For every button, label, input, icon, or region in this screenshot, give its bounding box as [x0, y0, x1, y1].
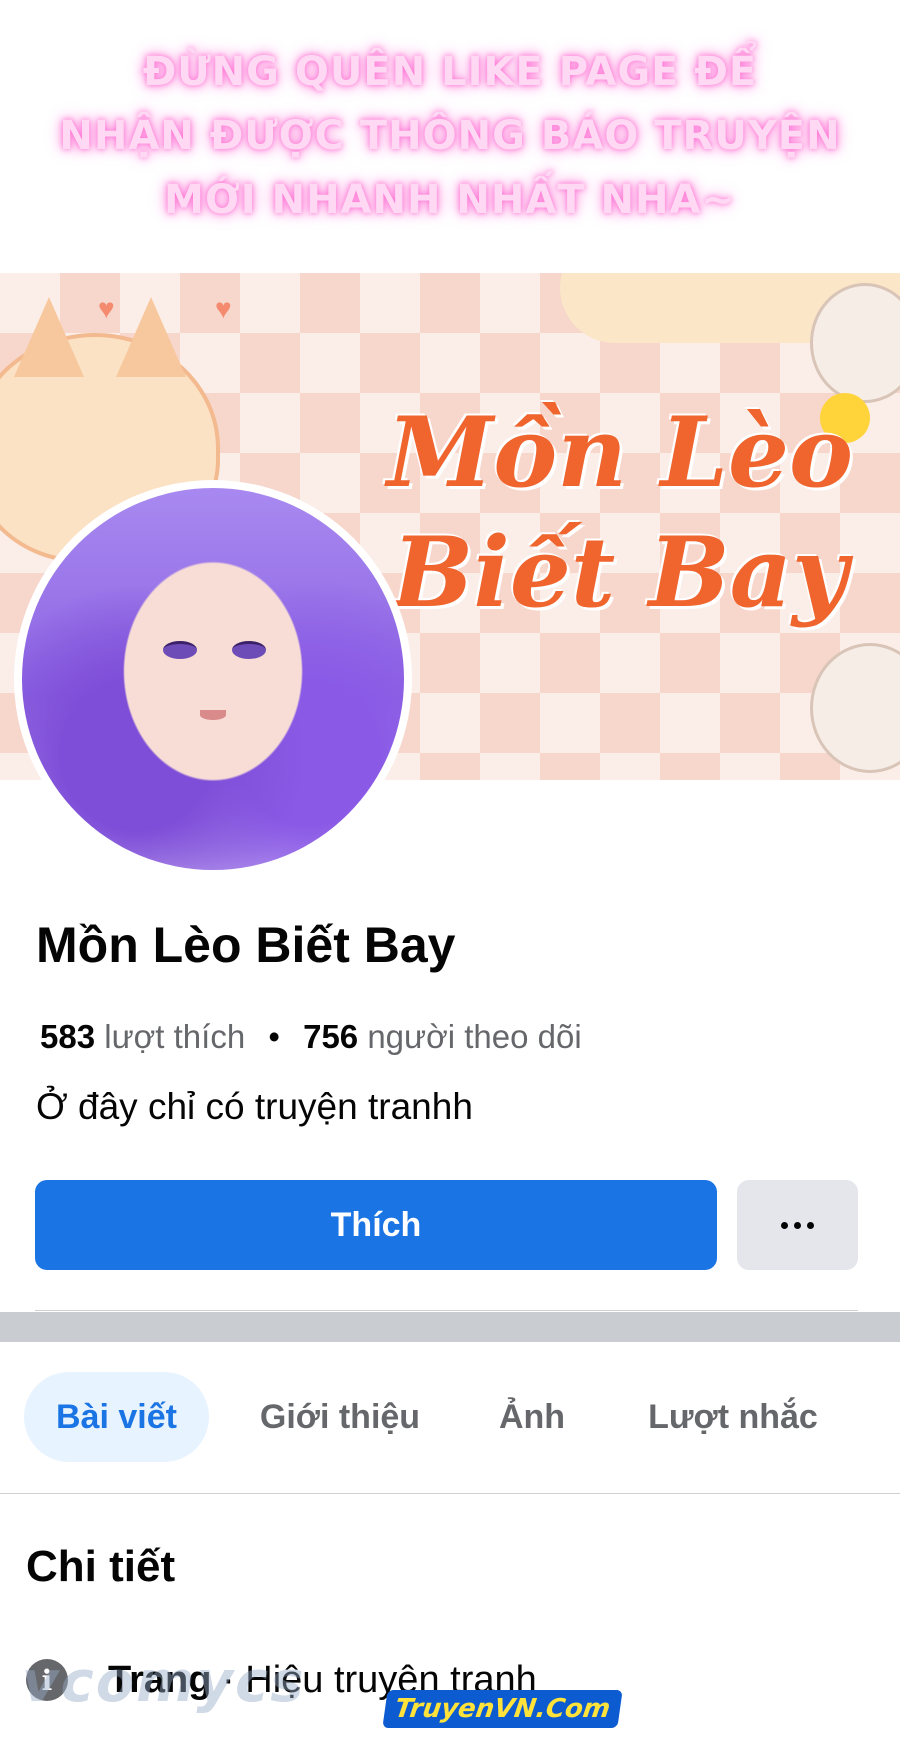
- page-stats: 583 lượt thích • 756 người theo dõi: [40, 1017, 582, 1057]
- tab-about[interactable]: Giới thiệu: [240, 1372, 440, 1462]
- cover-bunny-illustration-2: [810, 643, 900, 773]
- promo-banner: ĐỪNG QUÊN LIKE PAGE ĐỂ NHẬN ĐƯỢC THÔNG B…: [0, 40, 900, 250]
- section-separator: [0, 1312, 900, 1342]
- cover-title-line-1: Mồn Lèo: [386, 396, 854, 509]
- page-name: Mồn Lèo Biết Bay: [36, 917, 456, 973]
- promo-line-2: NHẬN ĐƯỢC THÔNG BÁO TRUYỆN: [59, 113, 841, 159]
- tab-photos[interactable]: Ảnh: [472, 1372, 592, 1462]
- tab-mentions[interactable]: Lượt nhắc: [628, 1372, 838, 1462]
- profile-avatar[interactable]: [14, 480, 412, 878]
- page-bio: Ở đây chỉ có truyện tranhh: [36, 1086, 473, 1127]
- tab-posts[interactable]: Bài viết: [24, 1372, 209, 1462]
- avatar-eye-left: [163, 640, 198, 659]
- tabs-divider: [0, 1493, 900, 1494]
- like-button[interactable]: Thích: [35, 1180, 717, 1270]
- avatar-mouth: [200, 709, 226, 720]
- followers-count: 756: [303, 1018, 359, 1055]
- watermark-right: TruyenVN.Com: [382, 1690, 623, 1728]
- details-title: Chi tiết: [26, 1542, 176, 1591]
- heart-icon: ♥: [215, 293, 232, 324]
- divider: [35, 1310, 858, 1311]
- promo-line-3: MỚI NHANH NHẤT NHA~: [164, 177, 736, 223]
- more-options-button[interactable]: [737, 1180, 858, 1270]
- likes-label[interactable]: lượt thích: [104, 1018, 245, 1055]
- watermark-left: vcomycs: [22, 1650, 306, 1715]
- promo-line-1: ĐỪNG QUÊN LIKE PAGE ĐỂ: [142, 49, 758, 95]
- likes-count: 583: [40, 1018, 96, 1055]
- cover-title-line-2: Biết Bay: [392, 516, 848, 629]
- separator-dot: •: [268, 1018, 280, 1055]
- heart-icon: ♥: [98, 293, 115, 324]
- avatar-image: [22, 488, 404, 870]
- profile-tabs: Bài viết Giới thiệu Ảnh Lượt nhắc: [0, 1372, 900, 1462]
- followers-label[interactable]: người theo dõi: [367, 1018, 581, 1055]
- cover-title: Mồn Lèo Biết Bay: [380, 393, 860, 633]
- more-dots-icon: [781, 1221, 788, 1229]
- like-button-label: Thích: [330, 1205, 422, 1244]
- avatar-eye-right: [232, 640, 267, 659]
